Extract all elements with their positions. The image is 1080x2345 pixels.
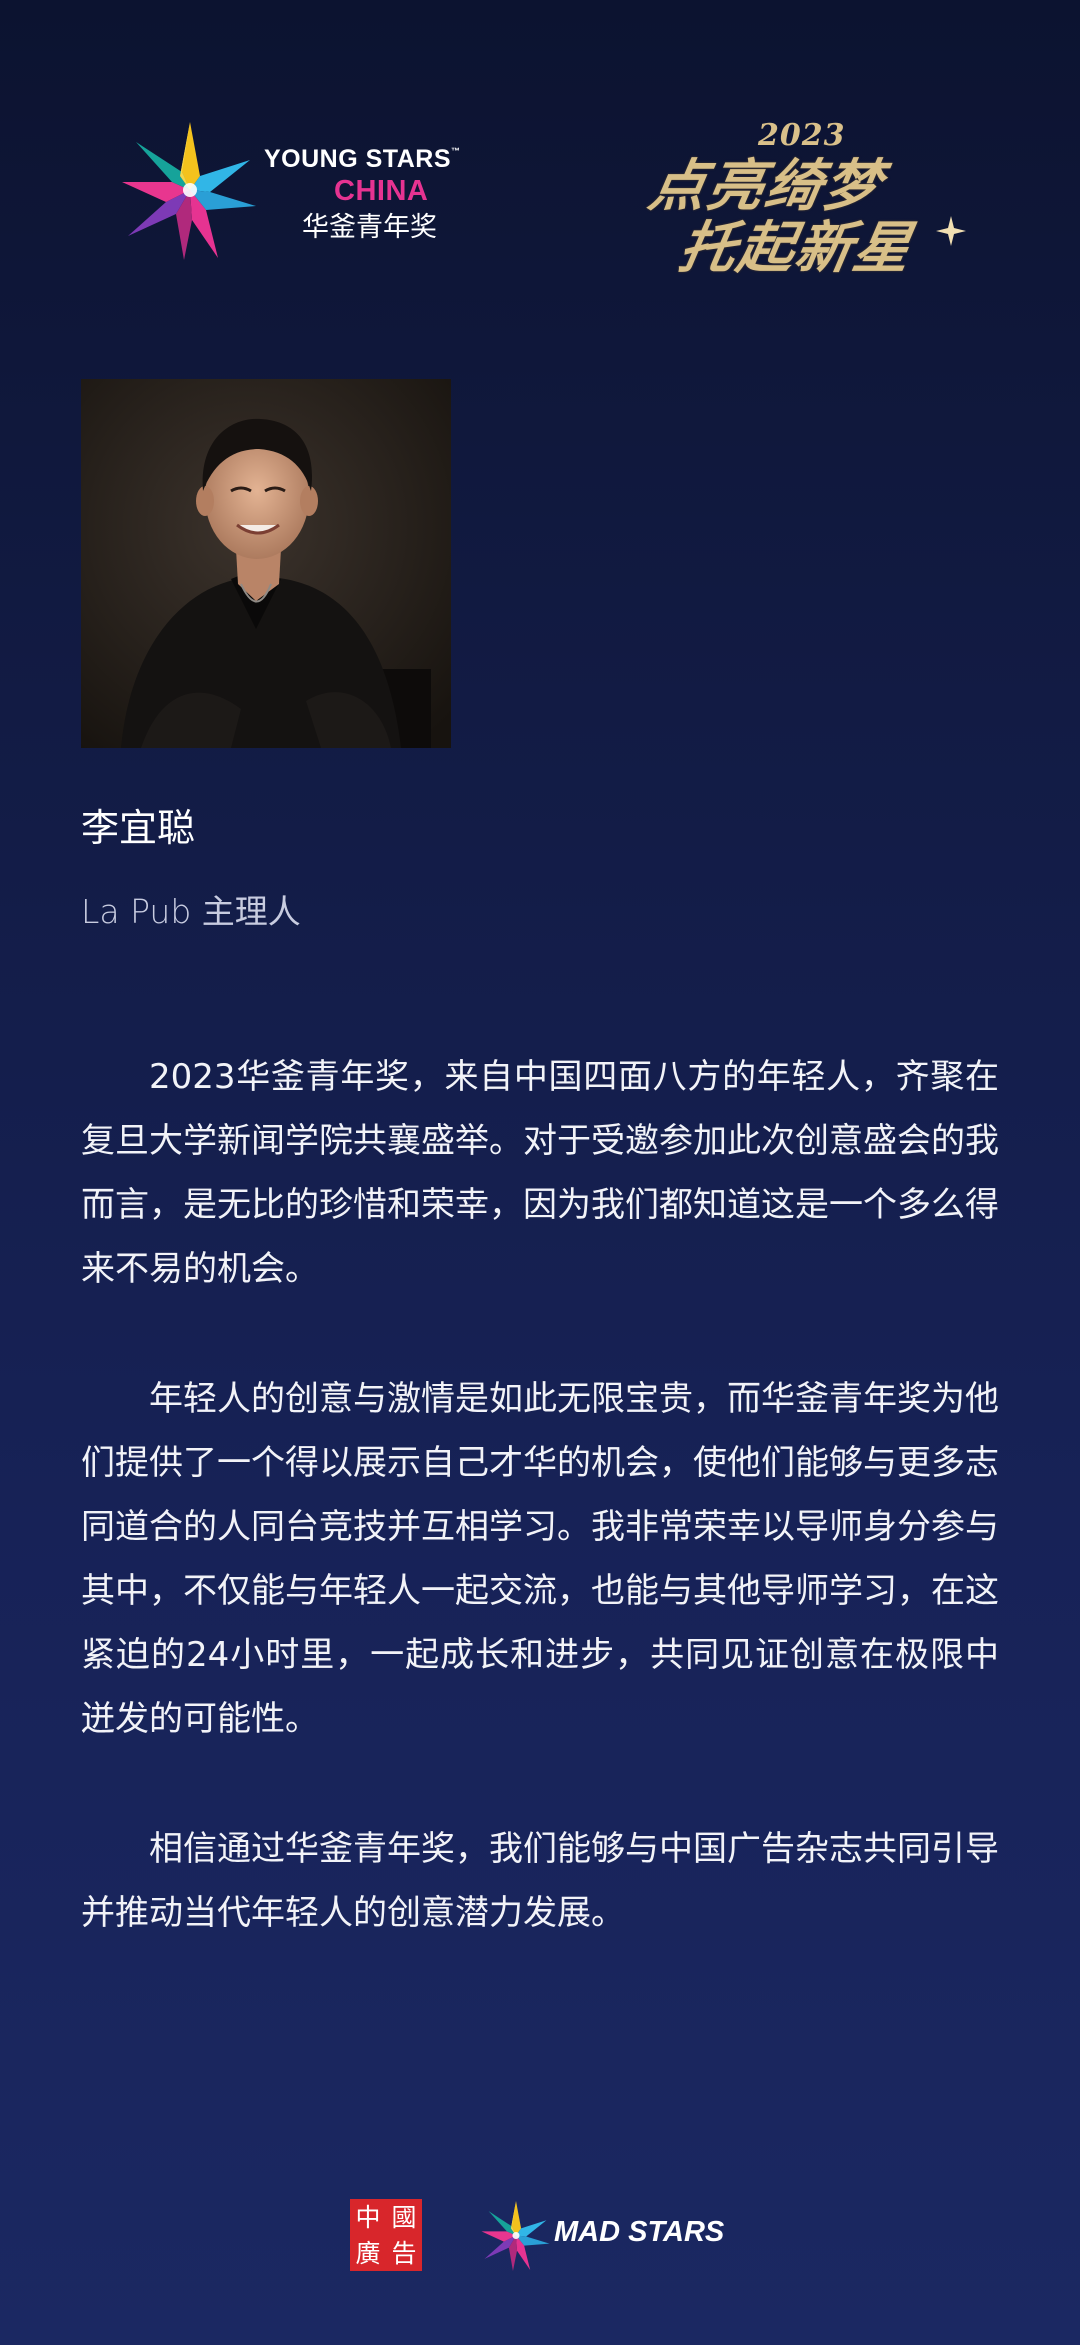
person-title: La Pub 主理人 [81, 892, 301, 931]
sparkle-icon [936, 216, 966, 246]
profile-photo [81, 379, 451, 748]
portrait-illustration [81, 379, 451, 748]
campaign-year: 2023 [758, 118, 846, 153]
china-advertising-char: 中 [355, 2202, 381, 2232]
china-advertising-char: 廣 [355, 2238, 381, 2268]
article-body: 2023华釜青年奖，来自中国四面八方的年轻人，齐聚在复旦大学新闻学院共襄盛举。对… [81, 1045, 999, 2011]
china-advertising-logo: 中 國 廣 告 [350, 2199, 422, 2271]
china-advertising-char: 告 [391, 2238, 417, 2268]
paragraph: 年轻人的创意与激情是如此无限宝贵，而华釜青年奖为他们提供了一个得以展示自己才华的… [81, 1379, 999, 1739]
mad-stars-wordmark: MAD STARS [554, 2216, 725, 2248]
person-name: 李宜聪 [81, 806, 196, 850]
young-stars-wordmark: YOUNG STARS™ CHINA 华釜青年奖 [264, 144, 464, 246]
campaign-slogan-logo: 2023 点亮绮梦 托起新星 [640, 118, 970, 298]
trademark-symbol: ™ [451, 146, 461, 156]
young-stars-china-logo: YOUNG STARS™ CHINA 华釜青年奖 [122, 120, 460, 270]
header: YOUNG STARS™ CHINA 华釜青年奖 2023 点亮绮梦 托起新星 [0, 0, 1080, 320]
young-stars-star-icon [122, 122, 256, 260]
mad-stars-logo: MAD STARS [480, 2196, 740, 2276]
campaign-slogan-line2: 托起新星 [674, 215, 918, 281]
campaign-slogan-line1: 点亮绮梦 [644, 153, 888, 219]
footer-logos: 中 國 廣 告 MAD STARS [0, 2180, 1080, 2290]
paragraph: 相信通过华釜青年奖，我们能够与中国广告杂志共同引导并推动当代年轻人的创意潜力发展… [81, 1829, 999, 1933]
brand-line-chinese-name: 华釜青年奖 [302, 212, 437, 243]
mad-stars-star-icon [481, 2201, 550, 2271]
china-advertising-char: 國 [391, 2202, 417, 2232]
brand-line-young-stars: YOUNG STARS™ [264, 145, 461, 173]
brand-line-china: CHINA [334, 175, 429, 207]
paragraph: 2023华釜青年奖，来自中国四面八方的年轻人，齐聚在复旦大学新闻学院共襄盛举。对… [81, 1057, 999, 1289]
